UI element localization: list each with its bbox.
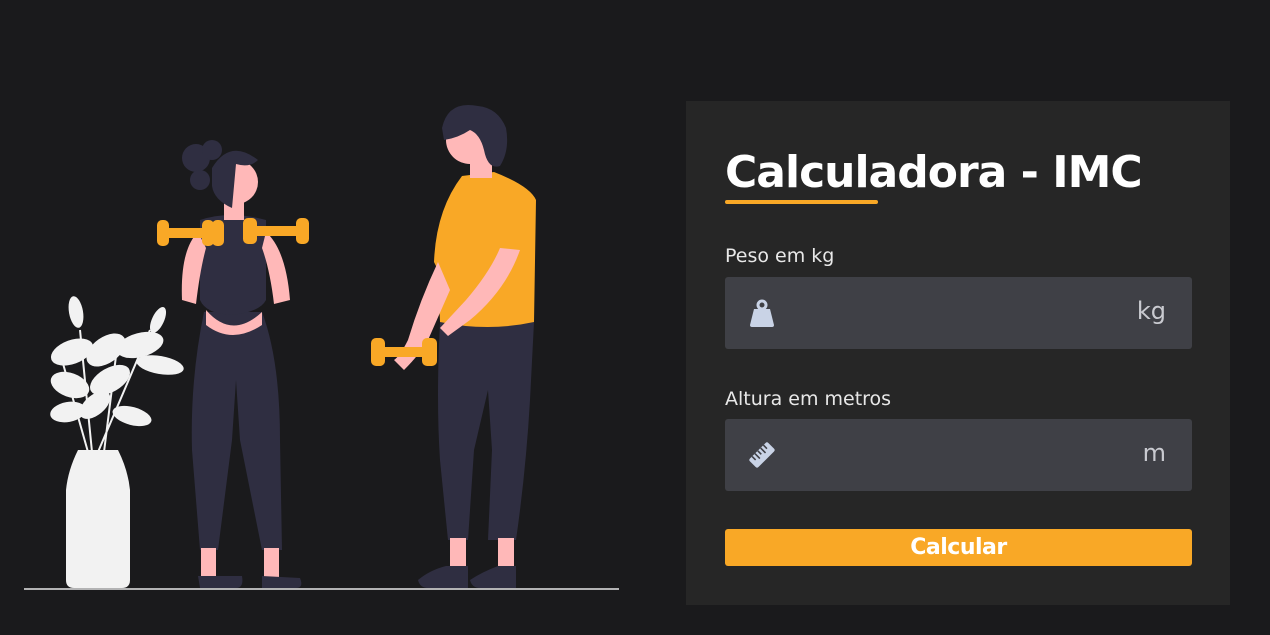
page-title: Calculadora - IMC [725,147,1143,198]
weight-label: Peso em kg [725,245,835,267]
height-input[interactable] [791,419,1111,491]
weight-icon [749,299,775,327]
height-field[interactable]: m [725,419,1192,491]
ruler-icon [749,441,775,469]
weight-field[interactable]: kg [725,277,1192,349]
weight-unit: kg [1136,297,1166,325]
potted-plant [50,296,184,588]
man-figure [371,104,536,588]
weight-input[interactable] [791,277,1111,349]
imc-calculator-panel: Calculadora - IMC Peso em kg kg Altura e… [686,101,1230,605]
calculate-button[interactable]: Calcular [725,529,1192,566]
height-label: Altura em metros [725,388,892,410]
fitness-illustration [0,0,640,635]
title-underline [725,200,878,204]
height-unit: m [1142,439,1166,467]
